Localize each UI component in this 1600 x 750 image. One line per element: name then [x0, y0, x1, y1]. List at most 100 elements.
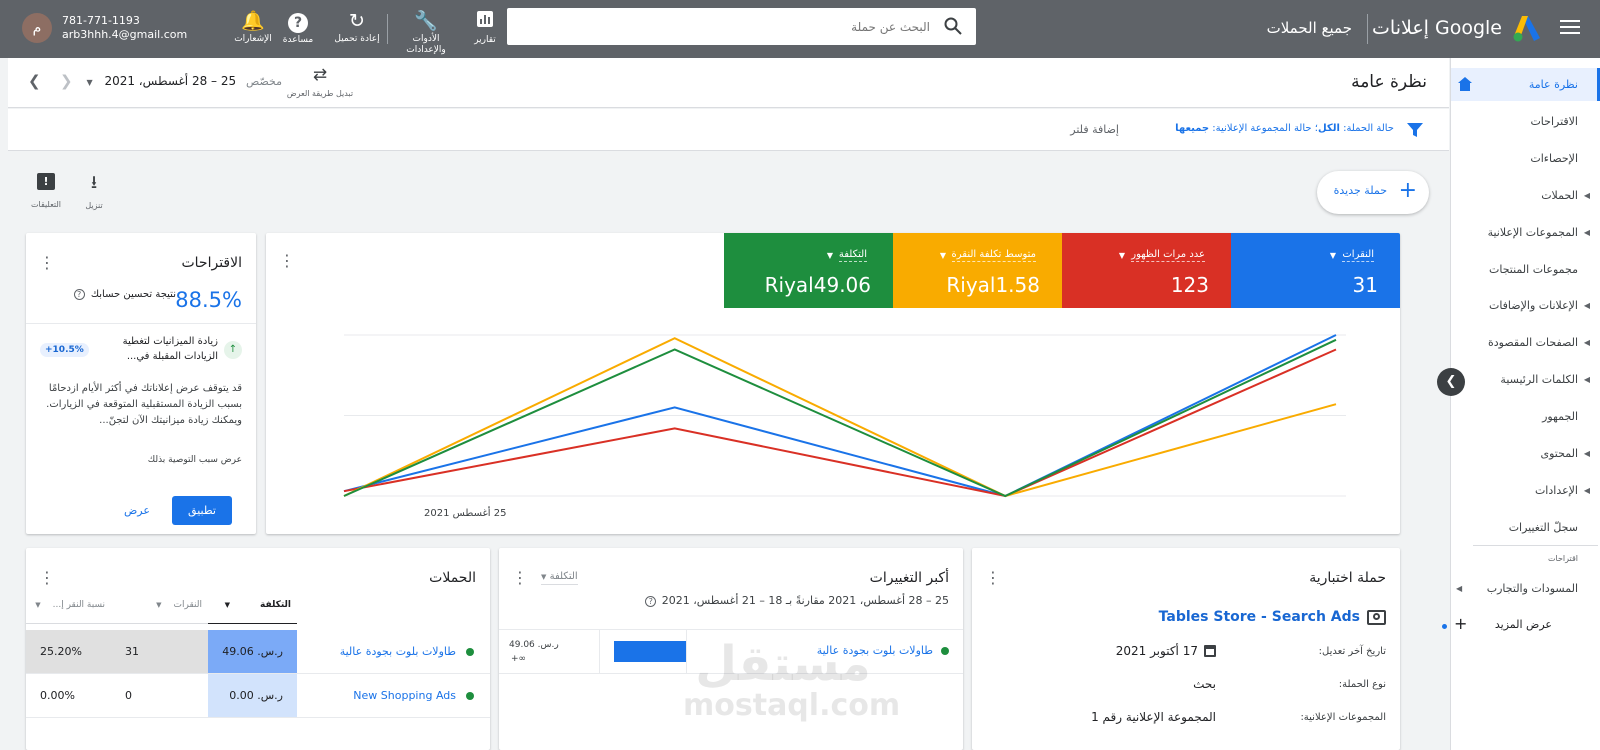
search-input[interactable] [516, 8, 936, 45]
notifications-button[interactable]: 🔔 الإشعارات [228, 10, 278, 45]
dropdown-arrow-icon[interactable]: ▼ [1119, 251, 1125, 260]
calendar-icon [1204, 645, 1216, 657]
avatar[interactable]: م [22, 13, 52, 43]
main-content: نظرة عامة ❮ ❯ مخصّص 25 – 28 أغسطس، 2021 … [8, 58, 1449, 750]
apply-button[interactable]: تطبيق [172, 496, 232, 525]
reports-button[interactable]: تقارير [455, 10, 515, 46]
kpi-label: التكلفة [838, 249, 867, 262]
search-icon[interactable] [944, 17, 962, 35]
new-campaign-button[interactable]: + حملة جديدة [1317, 171, 1429, 214]
sidebar-item[interactable]: نظرة عامة [1452, 78, 1578, 91]
sidebar-show-more[interactable]: + عرض المزيد [1442, 614, 1578, 633]
dropdown-arrow-icon[interactable]: ▼ [827, 251, 833, 260]
table-header[interactable]: النقرات ▼ [111, 600, 208, 624]
sidebar-item-label: الصفحات المقصودة [1487, 336, 1578, 350]
more-options-icon[interactable]: ⋮ [279, 253, 295, 269]
table-cell: 25.20% [26, 630, 111, 673]
download-button[interactable]: ⭳ تنزيل [74, 173, 114, 211]
suggestion-item-title[interactable]: زيادة الميزانيات لتغطية الزيادات المقبلة… [98, 334, 218, 364]
sidebar-item[interactable]: سجلّ التغييرات [1452, 521, 1578, 534]
filter-icon[interactable] [1406, 121, 1424, 139]
chart-icon [455, 10, 515, 33]
sidebar-item[interactable]: الحملات ◀ [1452, 189, 1590, 202]
next-period-button[interactable]: ❯ [60, 72, 73, 90]
campaigns-card-title: الحملات [429, 570, 476, 586]
search-campaign-icon [1367, 610, 1386, 625]
sidebar-item[interactable]: مجموعات المنتجات [1452, 263, 1578, 276]
sort-arrow-icon: ▼ [224, 601, 231, 609]
sidebar-item-label: مجموعات المنتجات [1488, 262, 1578, 276]
change-view-button[interactable]: ⇄ تبديل طريقة العرض [280, 66, 360, 98]
overview-title: نظرة عامة [1351, 72, 1427, 92]
filter-value: الكل [1317, 123, 1340, 134]
dropdown-arrow-icon[interactable]: ▼ [1330, 251, 1336, 260]
account-email: arb3hhh.4@gmail.com [62, 28, 188, 41]
help-icon[interactable]: ? [73, 289, 85, 300]
sidebar-item-label: نظرة عامة [1528, 78, 1578, 91]
campaign-search-box[interactable] [507, 8, 976, 45]
page-title: جميع الحملات [1266, 19, 1352, 37]
campaign-name-link[interactable]: Tables Store - Search Ads [1159, 609, 1360, 625]
sidebar-item[interactable]: الكلمات الرئيسية ◀ [1452, 373, 1590, 386]
bell-icon: 🔔 [241, 10, 265, 32]
feedback-button[interactable]: ! التعليقات [26, 173, 66, 209]
view-button[interactable]: عرض [124, 504, 150, 517]
hamburger-icon[interactable] [1560, 19, 1580, 35]
help-button[interactable]: ? مساعدة [273, 10, 323, 46]
more-options-icon[interactable]: ⋮ [985, 568, 1001, 587]
kpi-card[interactable]: عدد مرات الظهور 123 ▼ [1062, 233, 1231, 308]
campaign-name-cell[interactable]: طاولات بلوت بجودة عالية [297, 630, 490, 673]
sidebar-item-drafts[interactable]: المسودات والتجارب ◀ [1452, 582, 1578, 595]
metric-dropdown[interactable]: ▼ التكلفة [541, 571, 578, 585]
sidebar-item[interactable]: الاقتراحات [1442, 114, 1578, 128]
prev-period-button[interactable]: ❮ [28, 72, 41, 90]
active-filters[interactable]: حالة الحملة: الكل؛ حالة المجموعة الإعلان… [1175, 123, 1394, 134]
sidebar-item[interactable]: المحتوى ◀ [1452, 447, 1590, 460]
sidebar-divider [1473, 545, 1598, 546]
dropdown-arrow-icon[interactable]: ▼ [940, 251, 946, 260]
reload-button[interactable]: ↻ إعادة تحميل [327, 10, 387, 45]
sidebar-item[interactable]: الإعدادات ◀ [1452, 484, 1590, 497]
account-info[interactable]: 781-771-1193 arb3hhh.4@gmail.com [62, 14, 187, 42]
date-range-selector[interactable]: مخصّص 25 – 28 أغسطس، 2021 ▼ [82, 74, 282, 92]
more-options-icon[interactable]: ⋮ [512, 568, 528, 587]
sidebar-item-label: عرض المزيد [1494, 618, 1552, 631]
campaign-name-cell[interactable]: New Shopping Ads [297, 674, 490, 717]
sidebar-item[interactable]: الإحصاءات [1452, 152, 1578, 165]
campaign-detail-value: المجموعة الإعلانية رقم 1 [1091, 710, 1216, 724]
changes-card-title: أكبر التغييرات [869, 570, 949, 586]
kpi-card[interactable]: النقرات 31 ▼ [1231, 233, 1400, 308]
table-cell: 0 [111, 674, 208, 717]
help-icon: ? [273, 10, 323, 33]
sidebar-item-label: الاقتراحات [1530, 114, 1578, 128]
kpi-label: النقرات [1342, 249, 1374, 262]
kpi-value: 31 [1352, 273, 1378, 297]
sidebar-item[interactable]: الإعلانات والإضافات ◀ [1452, 299, 1590, 312]
google-ads-logo-icon[interactable] [1512, 14, 1542, 42]
sidebar-item[interactable]: المجموعات الإعلانية ◀ [1452, 226, 1590, 239]
top-app-bar: إعلانات Google جميع الحملات تقارير 🔧 الأ… [0, 0, 1600, 58]
sidebar-item[interactable]: الصفحات المقصودة ◀ [1452, 336, 1590, 350]
dropdown-arrow-icon: ▼ [541, 573, 547, 581]
more-options-icon[interactable]: ⋮ [39, 253, 55, 272]
trend-up-icon: ↑ [224, 341, 242, 359]
x-tick-label: 25 أغسطس 2021 [424, 506, 506, 519]
table-row[interactable]: 25.20% 31 ر.س. 49.06 طاولات بلوت بجودة عالي… [26, 630, 490, 674]
help-icon[interactable]: ? [645, 596, 657, 607]
add-filter-button[interactable]: إضافة فلتر [1070, 123, 1119, 136]
caret-left-icon: ◀ [1583, 485, 1590, 495]
kpi-card[interactable]: التكلفة Riyal49.06 ▼ [724, 233, 893, 308]
date-mode: مخصّص [245, 75, 282, 88]
table-header[interactable]: التكلفة ▼ [208, 600, 297, 624]
kpi-card[interactable]: متوسط تكلفة النقرة Riyal1.58 ▼ [893, 233, 1062, 308]
tools-settings-button[interactable]: 🔧 الأدوات والإعدادات [402, 10, 450, 56]
divider [499, 629, 963, 630]
suggestion-reason-link[interactable]: عرض سبب التوصية بذلك [148, 455, 242, 465]
table-cell: 31 [111, 630, 208, 673]
reload-label: إعادة تحميل [334, 34, 380, 44]
table-row[interactable]: 0.00% 0 ر.س. 0.00 New Shopping Ads [26, 674, 490, 718]
table-header[interactable]: نسبة النقر إ... ▼ [26, 600, 111, 624]
more-options-icon[interactable]: ⋮ [39, 568, 55, 587]
sidebar-item[interactable]: الجمهور [1452, 410, 1578, 423]
cell-divider [599, 630, 600, 673]
